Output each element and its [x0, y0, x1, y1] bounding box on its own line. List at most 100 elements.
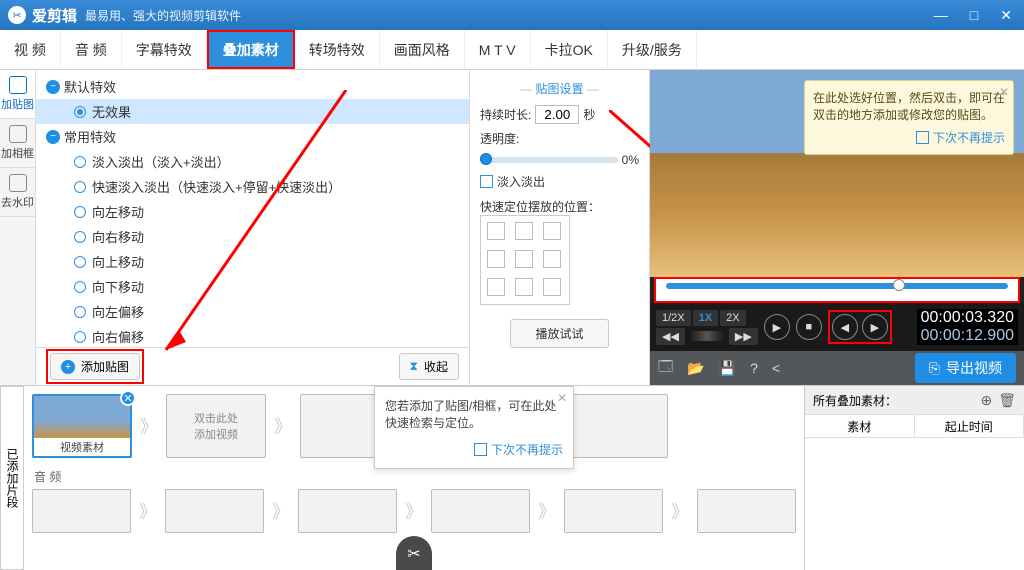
window-close-icon[interactable]: ✕: [996, 5, 1016, 26]
opacity-value: 0%: [622, 153, 639, 167]
pos-mr[interactable]: [543, 250, 561, 268]
video-preview[interactable]: ✕ 在此处选好位置，然后双击，即可在双击的地方添加或修改您的贴图。 下次不再提示: [650, 70, 1024, 277]
help-icon[interactable]: ?: [750, 360, 758, 376]
seek-fwd-icon[interactable]: ▶▶: [729, 328, 758, 345]
tab-audio[interactable]: 音 频: [61, 30, 122, 69]
play-button[interactable]: ▶: [764, 314, 790, 340]
dont-show-checkbox[interactable]: [474, 443, 487, 456]
tab-video[interactable]: 视 频: [0, 30, 61, 69]
tab-mtv[interactable]: M T V: [465, 30, 531, 69]
effect-group-default[interactable]: −默认特效: [36, 74, 469, 99]
pos-tr[interactable]: [543, 222, 561, 240]
jog-wheel[interactable]: [687, 331, 727, 341]
rate-2x[interactable]: 2X: [720, 310, 745, 326]
tab-video-style[interactable]: 画面风格: [380, 30, 465, 69]
pos-bc[interactable]: [515, 278, 533, 296]
tab-subtitle-fx[interactable]: 字幕特效: [122, 30, 207, 69]
overlay-assets-panel: 所有叠加素材： ⊕ 🗑 素材 起止时间: [804, 386, 1024, 570]
effect-item[interactable]: 快速淡入淡出（快速淡入+停留+快速淡出）: [36, 174, 469, 199]
export-icon: ⎘: [929, 360, 940, 377]
split-clip-button[interactable]: ✂: [396, 536, 432, 570]
locate-icon[interactable]: ⊕: [980, 392, 992, 409]
hourglass-icon: ⧗: [410, 359, 418, 374]
audio-slot[interactable]: [298, 489, 397, 533]
seek-bar[interactable]: [654, 277, 1020, 303]
time-current: 00:00:03.320: [917, 309, 1018, 327]
rate-half[interactable]: 1/2X: [656, 310, 691, 326]
effect-none[interactable]: 无效果: [36, 99, 469, 124]
export-video-button[interactable]: ⎘导出视频: [915, 353, 1016, 383]
tab-karaoke[interactable]: 卡拉OK: [531, 30, 608, 69]
effect-item[interactable]: 向上移动: [36, 249, 469, 274]
radio-icon: [74, 281, 86, 293]
radio-icon: [74, 181, 86, 193]
opacity-label: 透明度:: [480, 132, 519, 146]
timeline: ✕ 视频素材 》 双击此处 添加视频 》 》 》 音 频 》 》 》 》 》 ✕…: [24, 386, 804, 570]
bottom-tab-added-clips[interactable]: 已添加片段: [0, 386, 24, 570]
pos-tl[interactable]: [487, 222, 505, 240]
window-minimize-icon[interactable]: —: [930, 5, 952, 26]
subtab-remove-watermark[interactable]: 去水印: [0, 168, 35, 217]
close-icon[interactable]: ✕: [999, 85, 1009, 99]
pos-mc[interactable]: [515, 250, 533, 268]
effect-item[interactable]: 向左移动: [36, 199, 469, 224]
add-clip-placeholder[interactable]: 双击此处 添加视频: [166, 394, 266, 458]
preview-play-button[interactable]: 播放试试: [510, 319, 608, 348]
open-icon[interactable]: 📂: [687, 360, 704, 377]
effect-item[interactable]: 向左偏移: [36, 299, 469, 324]
pos-tc[interactable]: [515, 222, 533, 240]
effect-item[interactable]: 向下移动: [36, 274, 469, 299]
audio-slot[interactable]: [32, 489, 131, 533]
pos-bl[interactable]: [487, 278, 505, 296]
tab-upgrade[interactable]: 升级/服务: [608, 30, 697, 69]
audio-slot[interactable]: [431, 489, 530, 533]
fade-checkbox[interactable]: [480, 175, 493, 188]
overlay-subtabs: 加贴图 加相框 去水印: [0, 70, 36, 385]
video-clip[interactable]: ✕ 视频素材: [32, 394, 132, 458]
window-maximize-icon[interactable]: □: [966, 5, 982, 26]
dont-show-checkbox[interactable]: [916, 131, 929, 144]
tab-transition-fx[interactable]: 转场特效: [295, 30, 380, 69]
next-frame-button[interactable]: ▶: [862, 314, 888, 340]
duration-input[interactable]: [535, 105, 579, 124]
collapse-icon[interactable]: −: [46, 80, 60, 94]
audio-slot[interactable]: [564, 489, 663, 533]
effect-group-common[interactable]: −常用特效: [36, 124, 469, 149]
file-toolbar: 🗔 📂 💾 ? < ⎘导出视频: [650, 351, 1024, 385]
effects-list[interactable]: −默认特效 无效果 −常用特效 淡入淡出（淡入+淡出） 快速淡入淡出（快速淡入+…: [36, 70, 469, 347]
playback-controls: 1/2X 1X 2X ◀◀ ▶▶ ▶ ■ ◀ ▶ 00:00:03.320 00…: [650, 303, 1024, 351]
tab-overlay-material[interactable]: 叠加素材: [207, 30, 295, 69]
subtab-add-sticker[interactable]: 加贴图: [0, 70, 35, 119]
prev-frame-button[interactable]: ◀: [832, 314, 858, 340]
remove-clip-icon[interactable]: ✕: [120, 390, 136, 406]
asset-panel-title: 所有叠加素材：: [813, 392, 897, 409]
bottom-panel: 已添加片段 ✕ 视频素材 》 双击此处 添加视频 》 》 》 音 频 》 》 》…: [0, 385, 1024, 570]
rate-1x[interactable]: 1X: [693, 310, 718, 326]
add-sticker-button[interactable]: +添加贴图: [50, 353, 140, 380]
save-icon[interactable]: 💾: [719, 360, 736, 377]
clip-slot[interactable]: [568, 394, 668, 458]
effect-item[interactable]: 向右偏移: [36, 324, 469, 347]
delete-icon[interactable]: 🗑: [998, 392, 1016, 409]
asset-hint-popup: ✕ 您若添加了贴图/相框，可在此处快速检索与定位。 下次不再提示: [374, 386, 574, 469]
effects-panel: −默认特效 无效果 −常用特效 淡入淡出（淡入+淡出） 快速淡入淡出（快速淡入+…: [36, 70, 470, 385]
audio-slot[interactable]: [697, 489, 796, 533]
new-icon[interactable]: 🗔: [658, 356, 673, 380]
stop-button[interactable]: ■: [796, 314, 822, 340]
collapse-button[interactable]: ⧗收起: [399, 353, 459, 380]
col-time-range[interactable]: 起止时间: [915, 415, 1024, 437]
audio-slot[interactable]: [165, 489, 264, 533]
pos-ml[interactable]: [487, 250, 505, 268]
effect-item[interactable]: 向右移动: [36, 224, 469, 249]
watermark-icon: [9, 174, 27, 192]
share-icon[interactable]: <: [772, 360, 780, 376]
subtab-add-frame[interactable]: 加相框: [0, 119, 35, 168]
pos-br[interactable]: [543, 278, 561, 296]
radio-icon: [74, 256, 86, 268]
seek-back-icon[interactable]: ◀◀: [656, 328, 685, 345]
close-icon[interactable]: ✕: [557, 391, 567, 405]
effect-item[interactable]: 淡入淡出（淡入+淡出）: [36, 149, 469, 174]
collapse-icon[interactable]: −: [46, 130, 60, 144]
opacity-slider[interactable]: [480, 157, 618, 163]
col-material[interactable]: 素材: [805, 415, 915, 437]
